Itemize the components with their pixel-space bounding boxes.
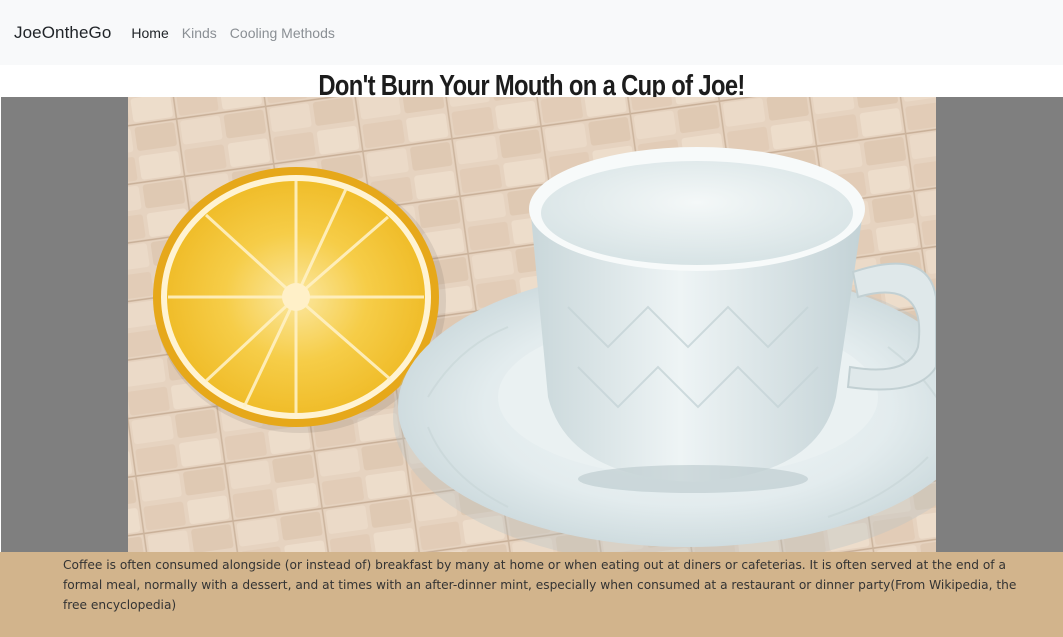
title-bar: Don't Burn Your Mouth on a Cup of Joe! — [0, 65, 1063, 97]
brand-link[interactable]: JoeOntheGo — [14, 23, 111, 43]
navbar: JoeOntheGo Home Kinds Cooling Methods — [0, 0, 1063, 65]
nav-link-kinds[interactable]: Kinds — [182, 25, 217, 41]
hero-section — [1, 97, 1063, 552]
nav-link-home[interactable]: Home — [131, 25, 168, 41]
page-title: Don't Burn Your Mouth on a Cup of Joe! — [318, 70, 745, 97]
caption-text: Coffee is often consumed alongside (or i… — [63, 558, 1017, 612]
hero-image — [128, 97, 936, 552]
caption-section: Coffee is often consumed alongside (or i… — [0, 552, 1063, 637]
nav-link-cooling-methods[interactable]: Cooling Methods — [230, 25, 335, 41]
